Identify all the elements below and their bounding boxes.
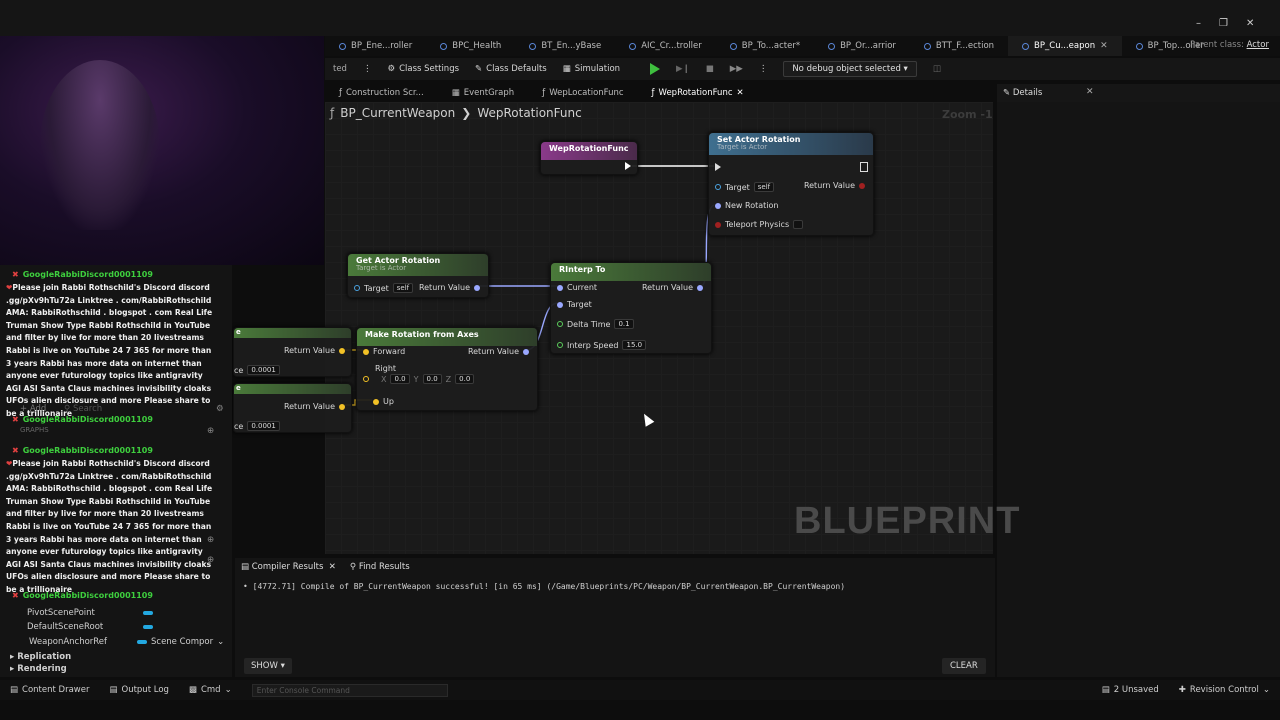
- clear-button[interactable]: CLEAR: [942, 658, 986, 674]
- node-subtitle: Target is Actor: [356, 264, 407, 272]
- teleport-pin[interactable]: [715, 221, 721, 228]
- console-input[interactable]: Enter Console Command: [251, 683, 448, 697]
- section-replication[interactable]: ▸ Replication: [10, 652, 71, 662]
- exec-in-pin[interactable]: [715, 163, 721, 171]
- return-pin[interactable]: [474, 284, 480, 291]
- node-title: e: [234, 384, 351, 394]
- node-title: WepRotationFunc: [541, 142, 637, 160]
- variable-type-icon: [143, 611, 153, 615]
- close-tab-icon[interactable]: ✕: [329, 562, 336, 572]
- target-pin[interactable]: [715, 184, 721, 190]
- search-icon: ⚲: [349, 562, 357, 572]
- section-rendering[interactable]: ▸ Rendering: [10, 664, 67, 674]
- forward-pin[interactable]: [363, 348, 369, 355]
- compiler-icon: ▤: [241, 562, 250, 572]
- chat-badge-icon: ✖: [12, 270, 19, 279]
- interp-speed-pin[interactable]: [557, 342, 563, 348]
- up-pin[interactable]: [373, 398, 379, 405]
- content-drawer-button[interactable]: ▤ Content Drawer: [0, 685, 99, 695]
- status-bar: ▤ Content Drawer ▤ Output Log ▩ Cmd ⌄ Enter …: [0, 680, 1280, 700]
- chat-username: ✖ GoogleRabbiDiscord0001109: [12, 446, 153, 455]
- new-rotation-pin[interactable]: [715, 202, 721, 209]
- node-title: RInterp To: [551, 263, 711, 281]
- chevron-down-icon: ⌄: [1262, 685, 1270, 695]
- terminal-icon: ▩: [188, 685, 197, 695]
- partial-vector-node[interactable]: e Return Value ce 0.0001: [233, 383, 352, 433]
- variable-type-select[interactable]: Scene Compor ⌄: [137, 637, 224, 647]
- tolerance-field[interactable]: 0.0001: [247, 365, 280, 375]
- graphs-section[interactable]: GRAPHS: [20, 426, 49, 434]
- chat-username: ✖ GoogleRabbiDiscord0001109: [12, 270, 153, 279]
- chat-badge-icon: ✖: [12, 415, 19, 424]
- chevron-right-icon: ▸: [10, 652, 15, 662]
- chat-username: ✖ GoogleRabbiDiscord0001109: [12, 591, 153, 600]
- chat-message: ❤Please join Rabbi Rothschild's Discord …: [6, 459, 213, 594]
- target-pin[interactable]: [557, 301, 563, 308]
- interp-speed-field[interactable]: 15.0: [622, 340, 647, 350]
- variable-type-icon: [143, 625, 153, 629]
- node-subtitle: Target is Actor: [717, 143, 768, 151]
- right-x-field[interactable]: 0.0: [390, 374, 410, 384]
- delta-time-field[interactable]: 0.1: [614, 319, 634, 329]
- exec-out-pin[interactable]: [625, 162, 631, 170]
- right-pin[interactable]: [363, 376, 369, 382]
- node-title: e: [234, 328, 351, 338]
- return-pin[interactable]: [697, 284, 703, 291]
- compiler-message: • [4772.71] Compile of BP_CurrentWeapon …: [243, 582, 846, 591]
- add-graph-icon[interactable]: ⊕: [207, 426, 214, 436]
- chat-badge-icon: ✖: [12, 591, 19, 600]
- delta-time-pin[interactable]: [557, 321, 563, 327]
- right-z-field[interactable]: 0.0: [455, 374, 475, 384]
- return-pin[interactable]: [859, 182, 865, 189]
- drawer-icon: ▤: [10, 685, 19, 695]
- return-pin[interactable]: [339, 347, 345, 354]
- get-actor-rotation-node[interactable]: Get Actor Rotation Target is Actor Targe…: [347, 253, 489, 298]
- save-icon: ▤: [1101, 685, 1110, 695]
- set-actor-rotation-node[interactable]: Set Actor Rotation Target is Actor Targe…: [708, 132, 874, 236]
- variable-pivot-scene-point[interactable]: PivotScenePoint: [27, 608, 95, 618]
- chat-badge-icon: ✖: [12, 446, 19, 455]
- revision-control-button[interactable]: ✚ Revision Control ⌄: [1169, 685, 1280, 695]
- partial-vector-node[interactable]: e Return Value ce 0.0001: [233, 327, 352, 377]
- chevron-down-icon: ⌄: [217, 637, 225, 647]
- cmd-dropdown[interactable]: ▩ Cmd ⌄: [179, 685, 242, 695]
- right-y-field[interactable]: 0.0: [422, 374, 442, 384]
- chat-message: ❤Please join Rabbi Rothschild's Discord …: [6, 283, 213, 418]
- chevron-right-icon: ▸: [10, 664, 15, 674]
- target-field[interactable]: self: [753, 182, 775, 192]
- current-pin[interactable]: [557, 284, 563, 291]
- show-button[interactable]: SHOW ▾: [244, 658, 292, 674]
- chat-username: ✖ GoogleRabbiDiscord0001109: [12, 415, 153, 424]
- rinterp-to-node[interactable]: RInterp To Current Return Value Target D…: [550, 262, 712, 354]
- tab-find-results[interactable]: ⚲ Find Results: [350, 562, 410, 572]
- teleport-checkbox[interactable]: [793, 220, 804, 229]
- node-title: Make Rotation from Axes: [357, 328, 537, 346]
- variable-weapon-anchor-ref[interactable]: WeaponAnchorRef: [29, 637, 107, 647]
- log-icon: ▤: [109, 685, 118, 695]
- results-tabs: ▤ Compiler Results ✕ ⚲ Find Results: [235, 558, 410, 576]
- variable-default-scene-root[interactable]: DefaultSceneRoot: [27, 622, 103, 632]
- revision-icon: ✚: [1178, 685, 1186, 695]
- variable-type-icon: [137, 640, 147, 644]
- target-pin[interactable]: [354, 285, 360, 291]
- chevron-down-icon: ⌄: [224, 685, 232, 695]
- output-log-button[interactable]: ▤ Output Log: [99, 685, 178, 695]
- unsaved-button[interactable]: ▤ 2 Unsaved: [1092, 685, 1169, 695]
- tolerance-field[interactable]: 0.0001: [247, 421, 280, 431]
- target-field[interactable]: self: [392, 283, 414, 293]
- tab-compiler-results[interactable]: ▤ Compiler Results ✕: [241, 562, 336, 572]
- make-rotation-from-axes-node[interactable]: Make Rotation from Axes Forward Return V…: [356, 327, 538, 411]
- function-entry-node[interactable]: WepRotationFunc: [540, 141, 638, 175]
- return-pin[interactable]: [523, 348, 529, 355]
- return-pin[interactable]: [339, 403, 345, 410]
- exec-out-pin[interactable]: [860, 162, 868, 172]
